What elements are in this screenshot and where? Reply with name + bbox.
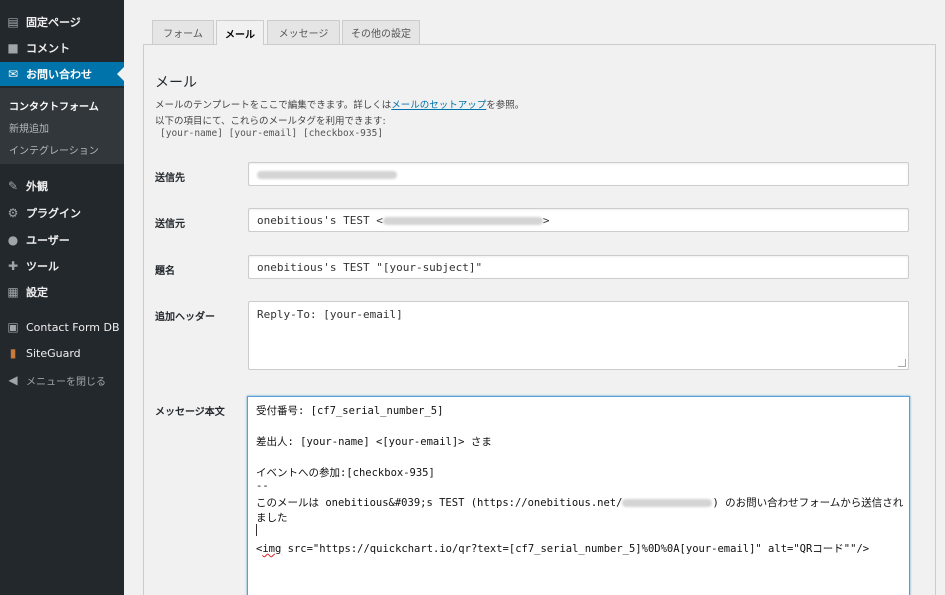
redacted-text xyxy=(622,499,713,507)
mail-tags: [your-name] [your-email] [checkbox-935] xyxy=(160,128,384,139)
from-value: onebitious's TEST < xyxy=(257,214,383,227)
text-cursor xyxy=(256,524,257,536)
sidebar-item-tools[interactable]: ✚ ツール xyxy=(0,254,124,278)
users-icon: ● xyxy=(7,233,19,247)
resize-handle[interactable] xyxy=(898,359,906,367)
tab-mail[interactable]: メール xyxy=(216,20,264,45)
from-value-end: > xyxy=(542,214,550,227)
tab-form[interactable]: フォーム xyxy=(152,20,214,44)
tab-messages[interactable]: メッセージ xyxy=(267,20,340,44)
sidebar-item-label: 外観 xyxy=(26,180,48,193)
additional-headers-label: 追加ヘッダー xyxy=(155,312,215,323)
sidebar-item-users[interactable]: ● ユーザー xyxy=(0,228,124,252)
body-line: 受付番号: [cf7_serial_number_5] xyxy=(256,405,444,417)
from-label: 送信元 xyxy=(155,219,185,230)
headers-value: Reply-To: [your-email] xyxy=(257,308,403,321)
sidebar-item-pages[interactable]: ▤ 固定ページ xyxy=(0,10,124,34)
sidebar-item-comments[interactable]: ■ コメント xyxy=(0,36,124,60)
sidebar-item-label: プラグイン xyxy=(26,207,81,220)
sidebar-item-label: ユーザー xyxy=(26,234,70,247)
body-line: -- xyxy=(256,480,269,492)
collapse-menu-button[interactable]: ◀ メニューを閉じる xyxy=(0,368,124,392)
from-field[interactable]: onebitious's TEST < > xyxy=(248,208,909,232)
body-line: このメールは onebitious&#039;s TEST (https://o… xyxy=(256,495,903,510)
description-text: メールのテンプレートをここで編集できます。詳しくは xyxy=(155,100,392,111)
submenu-add-new[interactable]: 新規追加 xyxy=(9,120,49,135)
additional-headers-textarea[interactable]: Reply-To: [your-email] xyxy=(248,301,909,370)
redacted-text xyxy=(382,217,543,225)
message-body-textarea[interactable]: 受付番号: [cf7_serial_number_5] 差出人: [your-n… xyxy=(247,396,910,595)
subject-field[interactable]: onebitious's TEST "[your-subject]" xyxy=(248,255,909,279)
sidebar-item-label: 固定ページ xyxy=(26,16,81,29)
settings-icon: ▦ xyxy=(7,285,19,299)
sidebar-item-label: Contact Form DB xyxy=(26,320,120,334)
comments-icon: ■ xyxy=(7,41,19,55)
mail-icon: ✉ xyxy=(7,67,19,81)
sidebar-item-label: お問い合わせ xyxy=(26,68,92,81)
sidebar-submenu: コンタクトフォーム 新規追加 インテグレーション xyxy=(0,88,124,164)
body-line: 差出人: [your-name] <[your-email]> さま xyxy=(256,436,492,448)
sidebar-item-siteguard[interactable]: ▮ SiteGuard xyxy=(0,341,124,365)
database-icon: ▣ xyxy=(7,320,19,334)
mail-tags-description: 以下の項目にて、これらのメールタグを利用できます: xyxy=(155,116,386,127)
sidebar-item-appearance[interactable]: ✎ 外観 xyxy=(0,174,124,198)
sidebar-item-settings[interactable]: ▦ 設定 xyxy=(0,280,124,304)
sidebar-item-label: SiteGuard xyxy=(26,346,81,360)
collapse-icon: ◀ xyxy=(8,373,18,387)
body-line-text: src="https://quickchart.io/qr?text=[cf7_… xyxy=(281,543,870,555)
sidebar-item-label: コメント xyxy=(26,42,70,55)
message-body-label: メッセージ本文 xyxy=(155,407,225,418)
tools-icon: ✚ xyxy=(7,259,19,273)
submenu-contact-forms[interactable]: コンタクトフォーム xyxy=(9,98,99,113)
siteguard-icon: ▮ xyxy=(9,346,17,360)
body-line-text: ) のお問い合わせフォームから送信され xyxy=(712,497,904,509)
body-line: <img src="https://quickchart.io/qr?text=… xyxy=(256,541,869,556)
to-label: 送信先 xyxy=(155,173,185,184)
collapse-menu-label: メニューを閉じる xyxy=(26,376,106,388)
spellcheck-word: img xyxy=(262,543,282,555)
appearance-icon: ✎ xyxy=(7,179,19,193)
admin-sidebar: ▤ 固定ページ ■ コメント ✉ お問い合わせ コンタクトフォーム 新規追加 イ… xyxy=(0,0,124,595)
mail-setup-link[interactable]: メールのセットアップ xyxy=(391,100,486,111)
tab-other-settings[interactable]: その他の設定 xyxy=(342,20,420,44)
description-text: を参照。 xyxy=(486,100,525,111)
body-line-text: このメールは onebitious&#039;s TEST (https://o… xyxy=(256,497,623,509)
redacted-text xyxy=(257,171,397,179)
sidebar-item-label: ツール xyxy=(26,260,59,273)
sidebar-item-plugins[interactable]: ⚙ プラグイン xyxy=(0,201,124,225)
mail-description: メールのテンプレートをここで編集できます。詳しくはメールのセットアップを参照。 xyxy=(155,97,524,111)
body-line: ました xyxy=(256,512,288,524)
body-line: イベントへの参加:[checkbox-935] xyxy=(256,467,435,479)
subject-label: 題名 xyxy=(155,266,175,277)
sidebar-item-label: 設定 xyxy=(26,286,48,299)
section-heading: メール xyxy=(155,75,197,91)
submenu-integration[interactable]: インテグレーション xyxy=(9,142,99,157)
pages-icon: ▤ xyxy=(7,15,19,29)
active-arrow xyxy=(117,67,124,81)
sidebar-item-contact[interactable]: ✉ お問い合わせ xyxy=(0,62,124,86)
to-field[interactable] xyxy=(248,162,909,186)
plugins-icon: ⚙ xyxy=(7,206,19,220)
sidebar-item-contact-form-db[interactable]: ▣ Contact Form DB xyxy=(0,315,124,339)
